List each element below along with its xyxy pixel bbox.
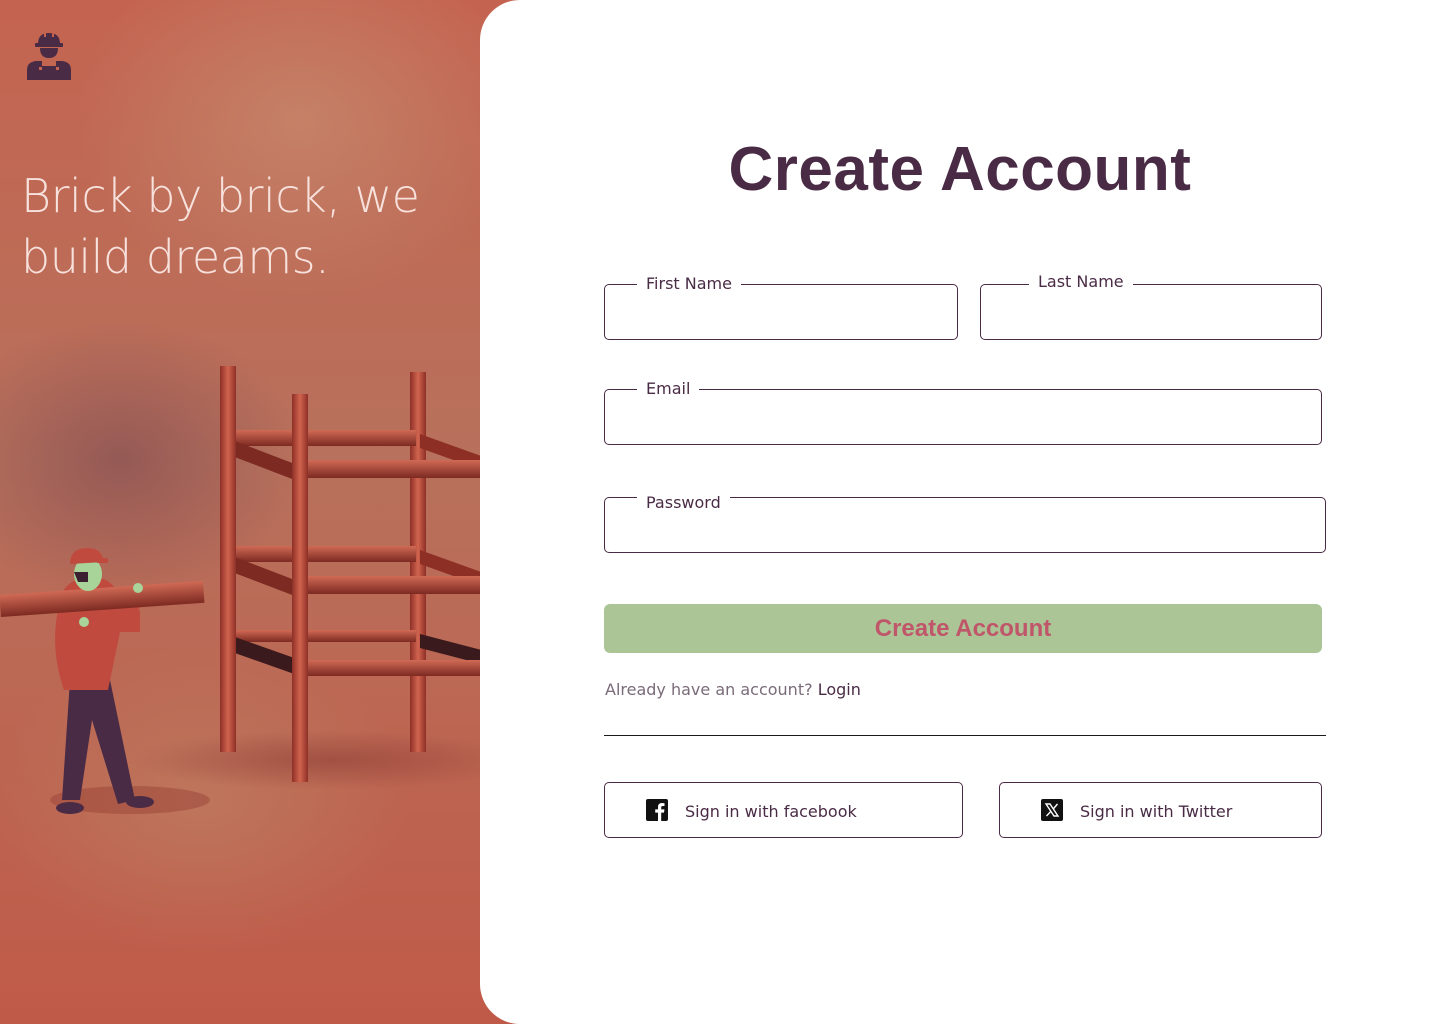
page-title: Create Account [728, 135, 1192, 204]
divider [604, 735, 1326, 736]
email-input[interactable] [605, 390, 1321, 444]
worker-scaffolding-illustration [0, 366, 520, 814]
email-label: Email [637, 378, 700, 400]
password-field: Password [604, 492, 1326, 553]
hero-tagline: Brick by brick, we build dreams. [21, 169, 420, 284]
twitter-signin-button[interactable]: Sign in with Twitter [999, 782, 1322, 838]
create-account-button[interactable]: Create Account [604, 604, 1322, 653]
construction-worker-logo-icon [27, 31, 71, 80]
login-link[interactable]: Login [818, 680, 861, 699]
login-prompt-line: Already have an account? Login [605, 680, 861, 699]
facebook-signin-button[interactable]: Sign in with facebook [604, 782, 963, 838]
login-prompt-text: Already have an account? [605, 680, 813, 699]
first-name-label: First Name [637, 273, 741, 295]
hero-panel: Brick by brick, we build dreams. [0, 0, 520, 1024]
password-label: Password [637, 492, 730, 514]
signup-card: Create Account First Name Last Name Emai… [480, 0, 1440, 1024]
last-name-field: Last Name [980, 271, 1322, 340]
last-name-input[interactable] [981, 285, 1321, 339]
email-field: Email [604, 378, 1322, 445]
x-twitter-icon [1041, 799, 1063, 821]
facebook-signin-label: Sign in with facebook [685, 801, 857, 821]
last-name-label: Last Name [1029, 271, 1133, 293]
first-name-field: First Name [604, 273, 958, 340]
twitter-signin-label: Sign in with Twitter [1080, 801, 1233, 821]
facebook-icon [646, 799, 668, 821]
